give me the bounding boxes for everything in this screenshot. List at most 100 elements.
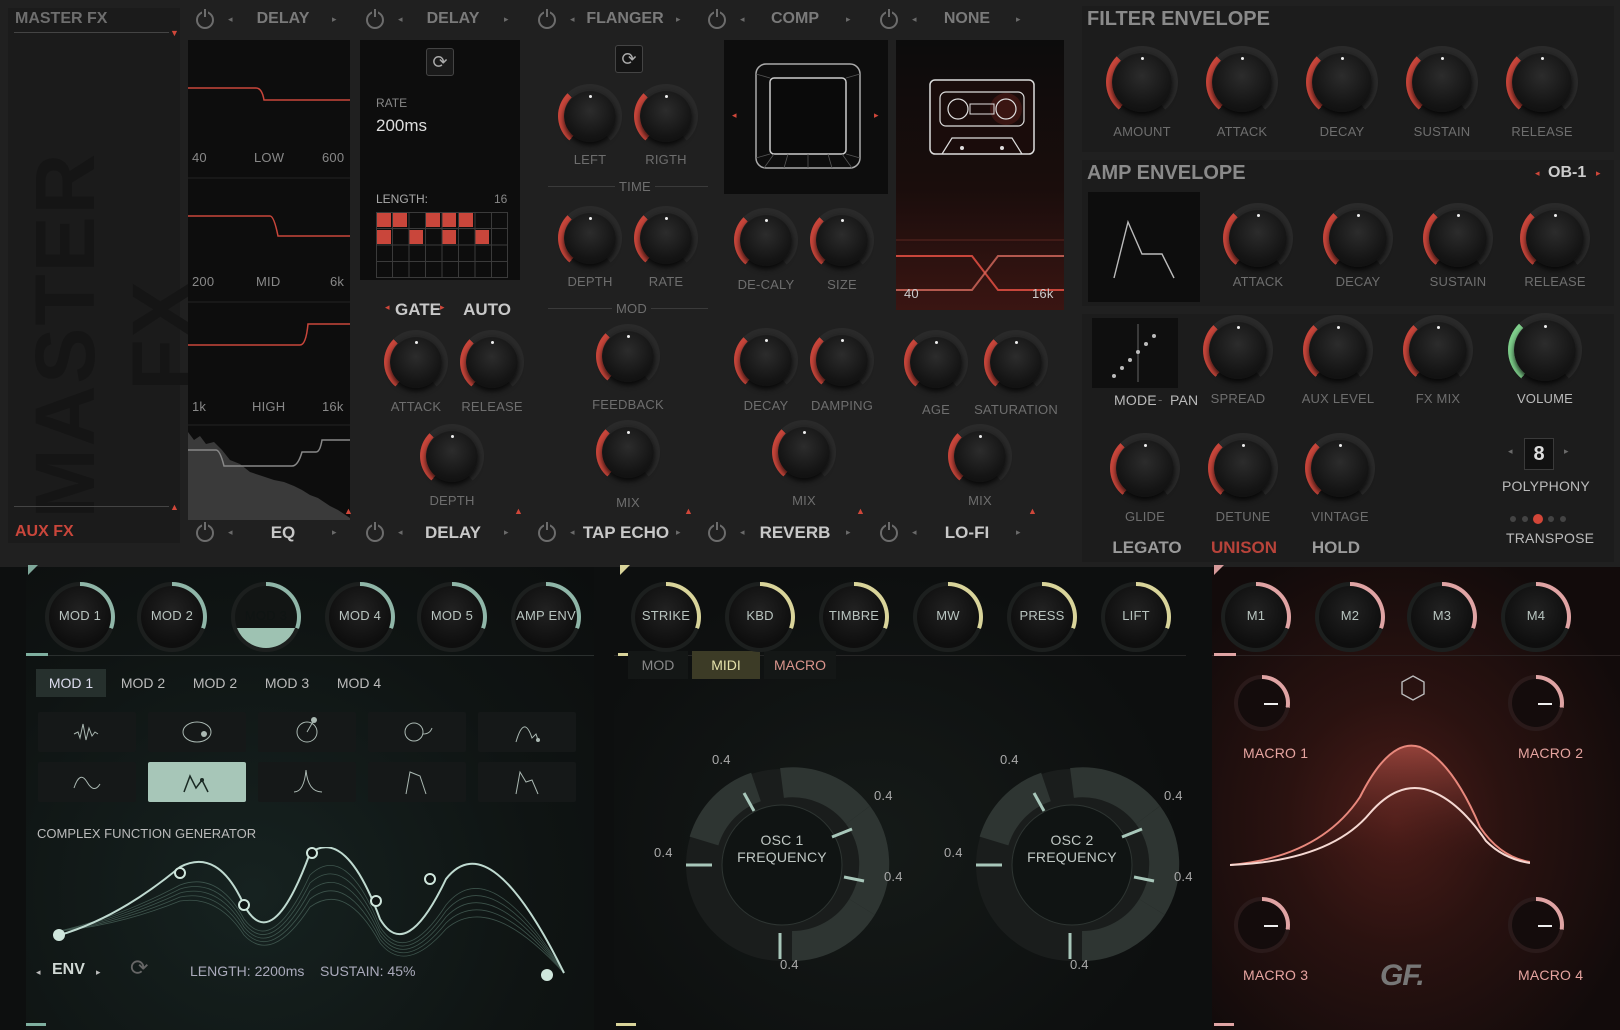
slot4-prev-icon[interactable]: ◂ [740,14,745,25]
auto-mode[interactable]: AUTO [462,300,512,320]
env-type[interactable]: ENV [52,961,85,979]
slot2-prev-icon[interactable]: ◂ [398,14,403,25]
aux5-next-icon[interactable]: ▸ [1016,527,1021,538]
slot5-power-icon[interactable] [880,9,898,29]
aux3-next-icon[interactable]: ▸ [676,527,681,538]
lofi-saturation-knob[interactable] [990,336,1042,388]
delay-release-knob[interactable] [466,336,518,388]
tab-mod[interactable]: MOD [628,651,688,679]
lofi-display[interactable]: 40 16k [896,40,1064,310]
comp-next-icon[interactable]: ▸ [874,110,879,121]
flanger-right-knob[interactable] [640,90,692,142]
slot5-prev-icon[interactable]: ◂ [912,14,917,25]
amp-env-knob-1[interactable] [1229,209,1287,267]
tab-mod-2[interactable]: MOD 2 [108,669,178,697]
aux4-power-icon[interactable] [708,522,726,542]
polyphony-value[interactable]: 8 [1524,438,1554,470]
slot4-power-icon[interactable] [708,9,726,29]
transpose-dots[interactable] [1510,514,1570,524]
delay-rate-value[interactable]: 200ms [376,116,427,136]
aux3-prev-icon[interactable]: ◂ [570,527,575,538]
aux2-power-icon[interactable] [366,522,384,542]
tab-mod-4[interactable]: MOD 4 [324,669,394,697]
vintage-knob[interactable] [1311,439,1369,497]
polyphony-prev-icon[interactable]: ◂ [1508,446,1513,457]
tab-mod-2b[interactable]: MOD 2 [180,669,250,697]
shape-bounce-tile[interactable] [478,712,576,752]
preset-prev-icon[interactable]: ◂ [1535,168,1540,179]
comp-damping-knob[interactable] [816,334,868,386]
aux5-prev-icon[interactable]: ◂ [912,527,917,538]
delay-attack-knob[interactable] [390,336,442,388]
env-loop-icon[interactable]: ⟳ [130,955,148,981]
preset-name[interactable]: OB-1 [1548,164,1586,182]
slot2-power-icon[interactable] [366,9,384,29]
tab-macro[interactable]: MACRO [764,651,836,679]
shape-loop-tile[interactable] [368,712,466,752]
aux-level-knob[interactable] [1309,321,1367,379]
shape-spike-tile[interactable] [258,762,356,802]
slot4-next-icon[interactable]: ▸ [846,14,851,25]
filter-env-knob-5[interactable] [1512,52,1572,112]
filter-env-knob-4[interactable] [1412,52,1472,112]
comp-decay1-knob[interactable] [740,214,792,266]
aux1-power-icon[interactable] [196,522,214,542]
slot3-power-icon[interactable] [538,9,556,29]
hold-button[interactable]: HOLD [1304,538,1368,558]
comp-prev-icon[interactable]: ◂ [732,110,737,121]
env-next-icon[interactable]: ▸ [96,967,101,978]
delay-display[interactable]: ⟳ RATE 200ms LENGTH: 16 [360,40,520,280]
amp-env-knob-3[interactable] [1429,209,1487,267]
aux1-prev-icon[interactable]: ◂ [228,527,233,538]
gate-prev-icon[interactable]: ◂ [385,302,390,313]
shape-pendulum-tile[interactable] [258,712,356,752]
amp-env-knob-2[interactable] [1329,209,1387,267]
amp-env-knob-4[interactable] [1526,209,1584,267]
slot1-next-icon[interactable]: ▸ [332,14,337,25]
glide-knob[interactable] [1116,439,1174,497]
polyphony-next-icon[interactable]: ▸ [1564,446,1569,457]
filter-env-knob-2[interactable] [1212,52,1272,112]
legato-button[interactable]: LEGATO [1108,538,1186,558]
shape-sine-tile[interactable] [38,762,136,802]
detune-knob[interactable] [1214,439,1272,497]
macro-1-knob[interactable] [1234,675,1290,731]
volume-knob[interactable] [1514,319,1576,381]
master-fx-dropdown-icon[interactable]: ▼ [170,28,179,38]
macro-4-knob[interactable] [1508,897,1564,953]
env-sustain[interactable]: SUSTAIN: 45% [320,963,415,979]
slot3-prev-icon[interactable]: ◂ [570,14,575,25]
comp-mix-knob[interactable] [778,426,830,478]
comp-display[interactable]: ◂ ▸ [724,40,888,194]
flanger-sync-icon[interactable]: ⟳ [615,45,643,73]
shape-noise-tile[interactable] [38,712,136,752]
shape-complex-tile[interactable] [148,762,246,802]
aux2-prev-icon[interactable]: ◂ [398,527,403,538]
lofi-age-knob[interactable] [910,336,962,388]
slot1-power-icon[interactable] [196,9,214,29]
slot1-prev-icon[interactable]: ◂ [228,14,233,25]
filter-env-knob-1[interactable] [1112,52,1172,112]
macro-3-knob[interactable] [1234,897,1290,953]
slot2-next-icon[interactable]: ▸ [504,14,509,25]
aux4-prev-icon[interactable]: ◂ [740,527,745,538]
filter-env-knob-3[interactable] [1312,52,1372,112]
comp-size-knob[interactable] [816,214,868,266]
aux1-next-icon[interactable]: ▸ [332,527,337,538]
aux-fx-label[interactable]: AUX FX [15,523,74,541]
flanger-feedback-knob[interactable] [602,330,654,382]
lofi-mix-knob[interactable] [954,430,1006,482]
macro-2-knob[interactable] [1508,675,1564,731]
mode-preview[interactable] [1092,318,1178,388]
shape-adsr-tile[interactable] [478,762,576,802]
flanger-depth-knob[interactable] [564,212,616,264]
aux2-next-icon[interactable]: ▸ [504,527,509,538]
gate-mode[interactable]: GATE [395,300,441,320]
gate-next-icon[interactable]: ▸ [440,302,445,313]
tab-mod-1[interactable]: MOD 1 [36,669,106,697]
aux4-next-icon[interactable]: ▸ [846,527,851,538]
aux3-power-icon[interactable] [538,522,556,542]
fx-mix-knob[interactable] [1409,321,1467,379]
delay-up-icon[interactable]: ▲ [514,506,523,516]
env-length[interactable]: LENGTH: 2200ms [190,963,304,979]
